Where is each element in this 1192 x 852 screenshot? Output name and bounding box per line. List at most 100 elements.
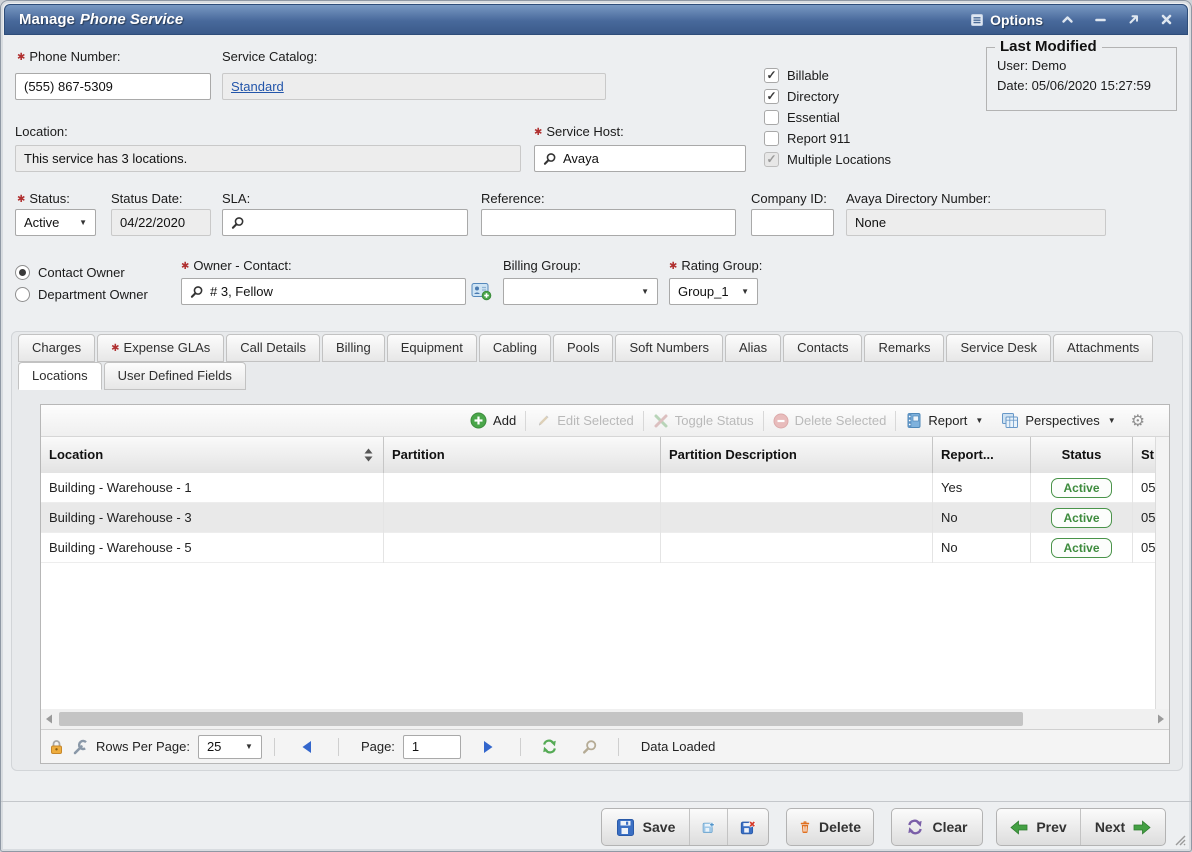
check-icon: ✓ bbox=[766, 69, 776, 81]
required-marker: ✱ bbox=[17, 194, 25, 205]
options-button[interactable]: Options bbox=[970, 12, 1043, 28]
column-header-status[interactable]: Status bbox=[1031, 437, 1133, 473]
tab-service-desk[interactable]: Service Desk bbox=[946, 334, 1051, 362]
tools-button[interactable] bbox=[72, 738, 88, 755]
contact-owner-radio[interactable] bbox=[15, 265, 30, 280]
tab-charges[interactable]: Charges bbox=[18, 334, 95, 362]
tab-cabling[interactable]: Cabling bbox=[479, 334, 551, 362]
save-button[interactable]: Save bbox=[602, 809, 689, 845]
prev-button[interactable]: Prev bbox=[997, 809, 1080, 845]
billing-group-select[interactable]: ▼ bbox=[503, 278, 658, 305]
status-select[interactable]: Active ▼ bbox=[15, 209, 96, 236]
scroll-left-button[interactable] bbox=[41, 709, 57, 729]
report-911-row: Report 911 bbox=[764, 130, 850, 146]
tab-contacts[interactable]: Contacts bbox=[783, 334, 862, 362]
rating-group-select[interactable]: Group_1 ▼ bbox=[669, 278, 758, 305]
refresh-button[interactable] bbox=[541, 738, 558, 755]
tab-alias[interactable]: Alias bbox=[725, 334, 781, 362]
sort-icon[interactable] bbox=[364, 448, 373, 462]
sla-field[interactable] bbox=[222, 209, 468, 236]
scrollbar-track[interactable] bbox=[57, 709, 1153, 729]
options-icon bbox=[970, 13, 984, 27]
next-page-button[interactable] bbox=[483, 740, 494, 754]
tab-billing[interactable]: Billing bbox=[322, 334, 385, 362]
chevron-down-icon: ▼ bbox=[79, 218, 87, 227]
check-icon: ✓ bbox=[766, 153, 776, 165]
window-titlebar[interactable]: ManagePhone Service Options bbox=[4, 4, 1188, 35]
owner-contact-value: # 3, Fellow bbox=[210, 284, 273, 299]
search-icon bbox=[190, 285, 204, 299]
rows-per-page-select[interactable]: 25 ▼ bbox=[198, 735, 262, 759]
edit-selected-button[interactable]: Edit Selected bbox=[526, 411, 643, 431]
table-row[interactable]: Building - Warehouse - 5 No Active 05 bbox=[41, 533, 1155, 563]
column-header-location[interactable]: Location bbox=[41, 437, 384, 473]
tab-call-details[interactable]: Call Details bbox=[226, 334, 320, 362]
grid-settings-button[interactable]: ⚙ bbox=[1125, 411, 1147, 431]
lock-button[interactable] bbox=[49, 738, 64, 755]
status-badge: Active bbox=[1051, 478, 1111, 498]
minimize-button[interactable] bbox=[1091, 11, 1109, 29]
column-header-st[interactable]: St bbox=[1133, 437, 1155, 473]
tab-pools[interactable]: Pools bbox=[553, 334, 614, 362]
report-911-checkbox[interactable] bbox=[764, 131, 779, 146]
delete-button[interactable]: Delete bbox=[786, 808, 874, 846]
table-row[interactable]: Building - Warehouse - 3 No Active 05 bbox=[41, 503, 1155, 533]
pager-separator bbox=[618, 738, 619, 756]
vertical-scrollbar[interactable] bbox=[1155, 437, 1169, 709]
scrollbar-thumb[interactable] bbox=[59, 712, 1023, 726]
lock-icon bbox=[49, 739, 64, 755]
status-badge: Active bbox=[1051, 538, 1111, 558]
directory-checkbox[interactable]: ✓ bbox=[764, 89, 779, 104]
column-header-partition[interactable]: Partition bbox=[384, 437, 661, 473]
phone-number-field[interactable]: (555) 867-5309 bbox=[15, 73, 211, 100]
perspectives-button[interactable]: Perspectives ▼ bbox=[992, 411, 1124, 431]
resize-grip[interactable] bbox=[1172, 830, 1186, 848]
report-button[interactable]: Report ▼ bbox=[896, 411, 992, 431]
scroll-right-button[interactable] bbox=[1153, 709, 1169, 729]
tab-user-defined-fields[interactable]: User Defined Fields bbox=[104, 362, 246, 390]
chevron-down-icon: ▼ bbox=[1108, 416, 1116, 425]
tab-equipment[interactable]: Equipment bbox=[387, 334, 477, 362]
save-and-add-button[interactable] bbox=[690, 809, 727, 845]
tab-locations[interactable]: Locations bbox=[18, 362, 102, 390]
chevron-up-icon bbox=[1061, 13, 1074, 26]
service-catalog-link[interactable]: Standard bbox=[231, 79, 284, 94]
toggle-status-button[interactable]: Toggle Status bbox=[644, 411, 763, 431]
previous-page-icon bbox=[301, 740, 312, 754]
tab-soft-numbers[interactable]: Soft Numbers bbox=[615, 334, 722, 362]
clear-icon bbox=[906, 818, 924, 836]
table-row[interactable]: Building - Warehouse - 1 Yes Active 05 bbox=[41, 473, 1155, 503]
reference-field[interactable] bbox=[481, 209, 736, 236]
service-host-field[interactable]: Avaya bbox=[534, 145, 746, 172]
page-input[interactable]: 1 bbox=[403, 735, 461, 759]
clear-button[interactable]: Clear bbox=[891, 808, 983, 846]
previous-page-button[interactable] bbox=[301, 740, 312, 754]
column-header-report[interactable]: Report... bbox=[933, 437, 1031, 473]
collapse-button[interactable] bbox=[1058, 11, 1076, 29]
tab-attachments[interactable]: Attachments bbox=[1053, 334, 1153, 362]
next-button[interactable]: Next bbox=[1081, 809, 1165, 845]
billable-checkbox[interactable]: ✓ bbox=[764, 68, 779, 83]
add-contact-button[interactable] bbox=[471, 281, 492, 301]
close-button[interactable] bbox=[1157, 11, 1175, 29]
toggle-status-icon bbox=[653, 413, 669, 429]
company-id-field[interactable] bbox=[751, 209, 834, 236]
column-header-partition-description[interactable]: Partition Description bbox=[661, 437, 933, 473]
tab-remarks[interactable]: Remarks bbox=[864, 334, 944, 362]
cell-status-date: 05 bbox=[1141, 510, 1155, 525]
pager-separator bbox=[338, 738, 339, 756]
save-and-close-button[interactable] bbox=[728, 809, 768, 845]
add-button[interactable]: Add bbox=[461, 411, 525, 431]
tab-expense-glas[interactable]: ✱Expense GLAs bbox=[97, 334, 224, 362]
locations-grid: Add Edit Selected bbox=[40, 404, 1170, 764]
delete-selected-button[interactable]: Delete Selected bbox=[764, 411, 896, 431]
pager-search-button[interactable] bbox=[582, 739, 598, 755]
remove-icon bbox=[773, 413, 789, 429]
horizontal-scrollbar[interactable] bbox=[41, 709, 1169, 729]
maximize-button[interactable] bbox=[1124, 11, 1142, 29]
search-icon bbox=[582, 739, 598, 755]
essential-checkbox[interactable] bbox=[764, 110, 779, 125]
footer-divider bbox=[1, 801, 1191, 802]
owner-contact-field[interactable]: # 3, Fellow bbox=[181, 278, 466, 305]
department-owner-radio[interactable] bbox=[15, 287, 30, 302]
